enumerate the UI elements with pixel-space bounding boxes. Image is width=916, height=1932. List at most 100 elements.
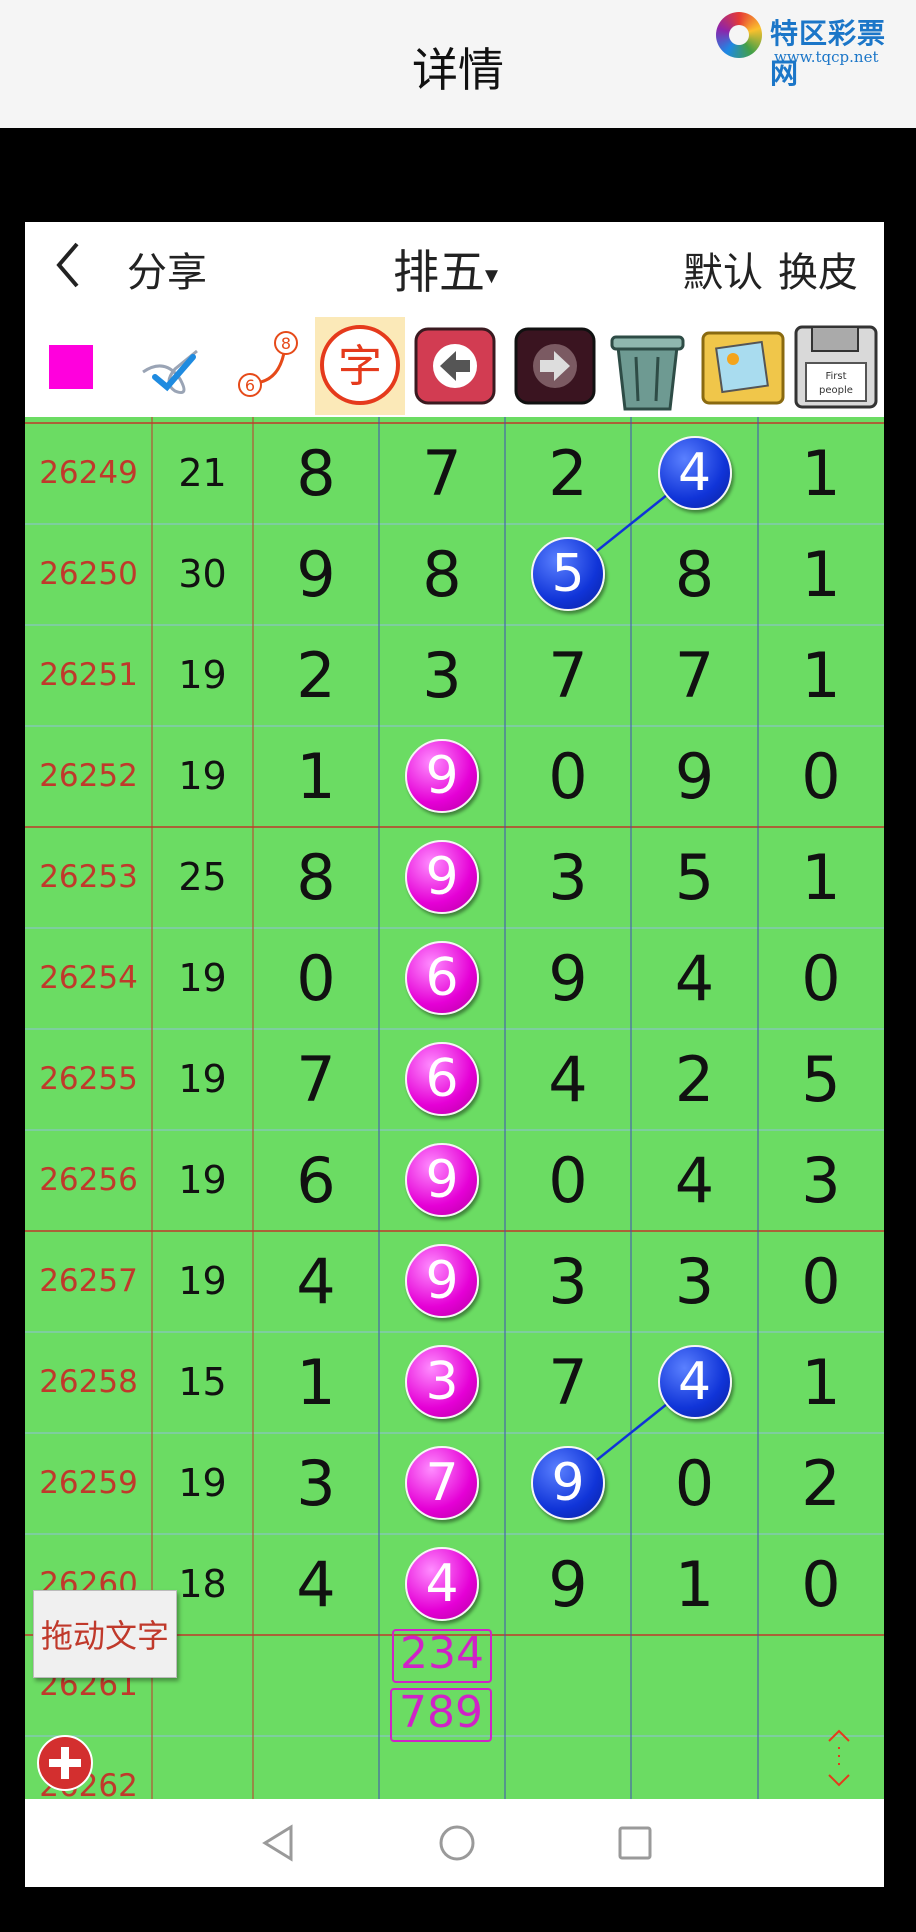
nav-recents-icon[interactable] bbox=[607, 1815, 663, 1871]
pink-ball[interactable]: 6 bbox=[405, 1042, 479, 1116]
digit-cell: 1 bbox=[801, 1345, 841, 1419]
game-selector[interactable]: 排五▾ bbox=[393, 236, 498, 302]
digit-cell: 1 bbox=[296, 739, 336, 813]
digit-cell: 7 bbox=[422, 436, 462, 510]
digit-cell: 0 bbox=[801, 941, 841, 1015]
digit-cell: 8 bbox=[422, 537, 462, 611]
trash-icon[interactable] bbox=[600, 317, 695, 415]
digit-cell: 9 bbox=[548, 1547, 588, 1621]
digit-cell: 4 bbox=[674, 1143, 715, 1217]
digit-cell: 3 bbox=[801, 1143, 841, 1217]
text-tool-glyph: 字 bbox=[338, 341, 382, 392]
issue-number: 26253 bbox=[39, 859, 138, 895]
change-skin-button[interactable]: 换皮 bbox=[778, 240, 858, 298]
digit-cell: 8 bbox=[296, 840, 336, 914]
digit-cell: 0 bbox=[674, 1446, 715, 1520]
digit-cell: 1 bbox=[674, 1547, 715, 1621]
blue-ball[interactable]: 4 bbox=[657, 436, 732, 510]
arrow-right-icon[interactable] bbox=[510, 317, 600, 415]
pink-ball[interactable]: 7 bbox=[405, 1446, 479, 1520]
digit-cell: 2 bbox=[296, 638, 336, 712]
digit-cell: 0 bbox=[801, 1244, 841, 1318]
picture-icon[interactable] bbox=[695, 317, 790, 415]
issue-number: 26249 bbox=[39, 455, 138, 491]
logo-url: www.tqcp.net bbox=[774, 48, 879, 66]
digit-cell: 5 bbox=[801, 1042, 841, 1116]
arrow-left-icon[interactable] bbox=[410, 317, 500, 415]
app-top-bar: 详情 特区彩票网 www.tqcp.net bbox=[0, 0, 916, 128]
digit-cell: 7 bbox=[548, 1345, 588, 1419]
pink-ball[interactable]: 9 bbox=[405, 739, 479, 813]
prediction-box[interactable]: 234 bbox=[392, 1629, 492, 1683]
pink-ball[interactable]: 4 bbox=[405, 1547, 479, 1621]
dropdown-caret-icon: ▾ bbox=[485, 260, 499, 291]
issue-number: 26257 bbox=[39, 1263, 138, 1299]
digit-cell: 9 bbox=[548, 941, 588, 1015]
digit-cell: 3 bbox=[422, 638, 462, 712]
line-tool-end: 8 bbox=[281, 334, 291, 353]
sum-value: 15 bbox=[178, 1360, 227, 1404]
blue-ball[interactable]: 4 bbox=[657, 1345, 732, 1419]
digit-cell: 7 bbox=[674, 638, 715, 712]
sum-value: 25 bbox=[178, 855, 227, 899]
blue-ball[interactable]: 9 bbox=[531, 1446, 605, 1520]
drag-text-button[interactable]: 拖动文字 bbox=[33, 1590, 177, 1678]
digit-cell: 3 bbox=[296, 1446, 336, 1520]
color-swatch-icon[interactable] bbox=[35, 317, 105, 415]
issue-number: 26258 bbox=[39, 1364, 138, 1400]
digit-cell: 3 bbox=[548, 1244, 588, 1318]
digit-cell: 0 bbox=[548, 739, 588, 813]
pink-ball[interactable]: 9 bbox=[405, 1143, 479, 1217]
chart-app: 分享 排五▾ 默认 换皮 6 8 字 First people 26249 21… bbox=[25, 222, 884, 1887]
digit-cell: 1 bbox=[801, 436, 841, 510]
nav-home-icon[interactable] bbox=[429, 1815, 485, 1871]
text-icon[interactable]: 字 bbox=[315, 317, 405, 415]
issue-number: 26252 bbox=[39, 758, 138, 794]
blue-ball[interactable]: 5 bbox=[531, 537, 605, 611]
chevron-left-icon[interactable] bbox=[53, 240, 83, 290]
digit-cell: 4 bbox=[296, 1547, 336, 1621]
digit-cell: 7 bbox=[548, 638, 588, 712]
issue-number: 26251 bbox=[39, 657, 138, 693]
line-tool-start: 6 bbox=[245, 376, 255, 395]
digit-cell: 2 bbox=[548, 436, 588, 510]
digit-cell: 1 bbox=[801, 840, 841, 914]
sum-value: 19 bbox=[178, 754, 227, 798]
pink-ball[interactable]: 6 bbox=[405, 941, 479, 1015]
sum-value: 30 bbox=[178, 552, 227, 596]
save-disk-icon[interactable]: First people bbox=[790, 317, 882, 415]
plus-circle-icon[interactable] bbox=[37, 1735, 93, 1791]
pink-ball[interactable]: 9 bbox=[405, 1244, 479, 1318]
sum-value: 19 bbox=[178, 1461, 227, 1505]
line-6-8-icon[interactable]: 6 8 bbox=[230, 317, 310, 415]
default-button[interactable]: 默认 bbox=[683, 240, 763, 298]
issue-number: 26259 bbox=[39, 1465, 138, 1501]
digit-cell: 2 bbox=[801, 1446, 841, 1520]
game-title: 排五 bbox=[393, 245, 485, 299]
logo-swirl-icon bbox=[716, 12, 762, 58]
prediction-box[interactable]: 789 bbox=[390, 1688, 492, 1742]
disk-label-line2: people bbox=[819, 385, 853, 396]
digit-cell: 3 bbox=[548, 840, 588, 914]
pink-ball[interactable]: 3 bbox=[405, 1345, 479, 1419]
digit-cell: 2 bbox=[674, 1042, 715, 1116]
nav-back-icon[interactable] bbox=[251, 1815, 307, 1871]
issue-number: 26250 bbox=[39, 556, 138, 592]
pink-ball[interactable]: 9 bbox=[405, 840, 479, 914]
digit-cell: 6 bbox=[296, 1143, 336, 1217]
pen-icon[interactable] bbox=[135, 317, 215, 415]
sum-value: 19 bbox=[178, 1057, 227, 1101]
share-button[interactable]: 分享 bbox=[127, 240, 207, 298]
issue-number: 26254 bbox=[39, 960, 138, 996]
digit-cell: 9 bbox=[296, 537, 336, 611]
digit-cell: 4 bbox=[674, 941, 715, 1015]
digit-cell: 9 bbox=[674, 739, 715, 813]
digit-cell: 1 bbox=[801, 537, 841, 611]
digit-cell: 0 bbox=[801, 1547, 841, 1621]
digit-cell: 1 bbox=[296, 1345, 336, 1419]
digit-cell: 5 bbox=[674, 840, 715, 914]
sum-value: 19 bbox=[178, 1259, 227, 1303]
resize-vertical-icon[interactable] bbox=[819, 1727, 859, 1789]
digit-cell: 7 bbox=[296, 1042, 336, 1116]
digit-cell: 8 bbox=[296, 436, 336, 510]
